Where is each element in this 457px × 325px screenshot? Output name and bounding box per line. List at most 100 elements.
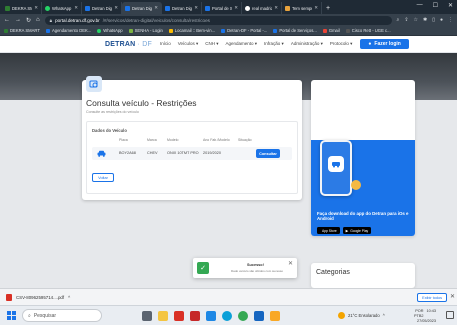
ie-icon[interactable]	[254, 310, 264, 321]
table-row: BOY2A68 CHEV ONIX 10TMT PRO 2019/2020 Co…	[92, 147, 292, 160]
browser-tab-active[interactable]: Detran Digit ✕	[122, 2, 162, 14]
taskbar-search[interactable]: ⌕ Pesquisar	[22, 309, 102, 322]
forward-icon[interactable]: →	[15, 17, 21, 23]
browser-tab[interactable]: Tem sempre✕	[282, 2, 322, 14]
language-indicator[interactable]: POR PTB2	[408, 309, 424, 319]
nav-item-protocolo[interactable]: Protocolo ▾	[330, 41, 353, 47]
close-window-button[interactable]: ✕	[448, 2, 453, 9]
chevron-up-icon[interactable]: ^	[383, 313, 385, 318]
browser-tab[interactable]: real madrid ✕	[242, 2, 282, 14]
bookmark-icon	[221, 28, 226, 33]
play-icon: ▶	[345, 228, 349, 233]
bookmark[interactable]: WhatsApp	[97, 28, 123, 33]
app-icon[interactable]	[222, 310, 232, 321]
task-view-icon[interactable]	[142, 310, 152, 321]
nav-item-inicio[interactable]: Início	[160, 41, 171, 47]
address-bar-actions: ⌕ ⇪ ☆ ✱ ▯ ● ⋮	[397, 17, 454, 23]
close-icon[interactable]: ✕	[288, 260, 293, 267]
close-icon[interactable]: ✕	[154, 5, 158, 11]
google-play-label: Google Play	[350, 228, 369, 233]
bookmark[interactable]: Detran-DF - Portal -...	[221, 28, 267, 33]
office-icon[interactable]	[174, 310, 184, 321]
whatsapp-icon	[97, 28, 102, 33]
back-icon[interactable]: ←	[4, 17, 10, 23]
nav-item-agendamento[interactable]: Agendamento ▾	[226, 41, 258, 47]
nav-item-cnh[interactable]: CNH ▾	[205, 41, 218, 47]
categorias-card: Categorias	[311, 263, 415, 288]
browser-tab[interactable]: DEKRA SMAF✕	[2, 2, 42, 14]
new-tab-button[interactable]: +	[322, 5, 334, 14]
close-icon[interactable]: ✕	[450, 293, 455, 300]
bookmark[interactable]: DEKRA SMART	[4, 28, 40, 33]
pdf-icon	[6, 293, 12, 301]
extensions-icon[interactable]: ✱	[423, 17, 427, 23]
tab-favicon-icon	[5, 5, 10, 11]
column-header-marca: Marca	[147, 138, 157, 142]
clock-date: 27/05/2023	[416, 319, 436, 323]
vehicle-search-icon	[86, 76, 102, 92]
system-tray[interactable]: POR PTB2 10:43 27/05/2023	[408, 309, 436, 324]
profile-icon[interactable]: ●	[440, 17, 443, 23]
sidebar-icon[interactable]: ▯	[432, 17, 435, 23]
url-field[interactable]: 🔒︎ portal.detran.df.gov.br/#/servicos/de…	[44, 15, 392, 25]
weather-widget[interactable]: 21°C Ensolarado ^	[338, 312, 385, 319]
app-store-label: App Store	[322, 228, 337, 233]
sun-icon	[338, 312, 345, 319]
maximize-button[interactable]: ☐	[433, 2, 438, 9]
nav-item-veiculos[interactable]: Veículos ▾	[178, 41, 199, 47]
app-icon[interactable]	[270, 310, 280, 321]
tab-title: Detran Digit	[172, 5, 193, 11]
url-host: portal.detran.df.gov.br	[55, 17, 100, 23]
app-icon[interactable]	[190, 310, 200, 321]
reload-icon[interactable]: ↻	[26, 17, 31, 24]
windows-start-icon[interactable]	[4, 309, 18, 323]
download-filename[interactable]: CSV-80962595714....pdf	[16, 295, 64, 300]
weather-text: 21°C Ensolarado	[348, 313, 380, 318]
browser-tab[interactable]: Portal de Se✕	[202, 2, 242, 14]
bookmark[interactable]: SENHA - Login	[128, 28, 163, 33]
chrome-icon[interactable]	[238, 310, 248, 321]
consultar-button[interactable]: Consultar	[256, 149, 280, 158]
minimize-button[interactable]: —	[417, 2, 423, 9]
nav-item-administracao[interactable]: Administração ▾	[291, 41, 323, 47]
close-icon[interactable]: ✕	[74, 5, 78, 11]
menu-icon[interactable]: ⋮	[448, 17, 453, 23]
close-icon[interactable]: ✕	[34, 5, 38, 11]
share-icon[interactable]: ⇪	[404, 17, 408, 23]
notifications-icon[interactable]	[446, 311, 454, 319]
tab-title: Portal de Se	[212, 5, 232, 11]
toast-message: Dado veículo são obtidos com sucesso	[231, 269, 284, 273]
close-icon[interactable]: ✕	[234, 5, 238, 11]
google-play-button[interactable]: ▶ Google Play	[342, 227, 372, 234]
bookmark[interactable]: Gmail	[322, 28, 340, 33]
tab-favicon-icon	[285, 5, 290, 11]
search-icon: ⌕	[28, 312, 31, 319]
voltar-button[interactable]: Voltar	[92, 173, 114, 182]
hand-illustration	[351, 180, 361, 190]
bookmark[interactable]: Cisco Rett - UGE c...	[345, 28, 391, 33]
nav-item-infracao[interactable]: Infração ▾	[264, 41, 284, 47]
tab-favicon-icon	[85, 5, 90, 11]
browser-tab[interactable]: Detran Digit ✕	[82, 2, 122, 14]
bookmark[interactable]: Locamail :: Bem-vin...	[168, 28, 215, 33]
close-icon[interactable]: ✕	[274, 5, 278, 11]
detran-logo[interactable]: DETRAN · DF	[105, 41, 152, 48]
show-all-button[interactable]: Exibir todos	[417, 293, 447, 302]
close-icon[interactable]: ✕	[114, 5, 118, 11]
close-icon[interactable]: ✕	[194, 5, 198, 11]
browser-tab[interactable]: WhatsApp ✕	[42, 2, 82, 14]
browser-tab[interactable]: Detran Digit ✕	[162, 2, 202, 14]
app-store-button[interactable]: App Store	[317, 227, 340, 234]
login-button[interactable]: ● Fazer login	[360, 39, 409, 49]
close-icon[interactable]: ✕	[314, 5, 318, 11]
home-icon[interactable]: ⌂	[36, 17, 40, 23]
chevron-up-icon[interactable]: ^	[68, 295, 70, 300]
bookmark[interactable]: Portal de Serviços...	[273, 28, 317, 33]
star-icon[interactable]: ☆	[414, 17, 418, 23]
cell-marca: CHEV	[147, 151, 158, 155]
edge-icon[interactable]	[206, 310, 216, 321]
app-promo-card: Faça download do app do Detran para iOs …	[311, 80, 415, 236]
file-explorer-icon[interactable]	[158, 310, 168, 321]
search-icon[interactable]: ⌕	[397, 17, 400, 23]
bookmark[interactable]: Agendamento DEK...	[45, 28, 91, 33]
